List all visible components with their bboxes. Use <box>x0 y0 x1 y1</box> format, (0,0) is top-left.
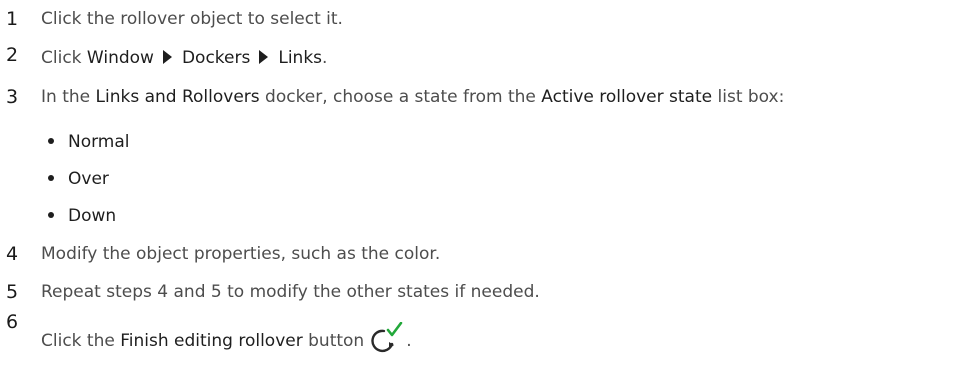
step-text: Repeat steps 4 and 5 to modify the other… <box>41 282 540 302</box>
bullet-text: Over <box>68 169 109 189</box>
text-run: In the <box>41 87 96 107</box>
step-text: In the Links and Rollovers docker, choos… <box>41 87 784 107</box>
right-triangle-arrow-icon <box>162 50 172 64</box>
step-number: 2 <box>6 44 19 66</box>
menu-links: Links <box>278 48 323 68</box>
step-number: 3 <box>6 86 19 108</box>
list-box-name: Active rollover state <box>541 87 713 107</box>
step-6: 6 Click the Finish editing rollover butt… <box>0 310 957 360</box>
step-text: Click the Finish editing rollover button… <box>41 321 412 354</box>
step-number: 5 <box>6 281 19 303</box>
step-4: 4 Modify the object properties, such as … <box>0 238 957 268</box>
bullet-item: Down <box>48 206 116 226</box>
bullet-item: Over <box>48 169 109 189</box>
step-5: 5 Repeat steps 4 and 5 to modify the oth… <box>0 276 957 306</box>
step-text: Click the rollover object to select it. <box>41 9 343 29</box>
bullet-text: Down <box>68 206 117 226</box>
bullet-item: Normal <box>48 132 130 152</box>
step-3: 3 In the Links and Rollovers docker, cho… <box>0 82 957 112</box>
text-run: . <box>406 331 412 351</box>
step-number: 1 <box>6 8 19 30</box>
menu-dockers: Dockers <box>181 48 251 68</box>
right-triangle-arrow-icon <box>259 50 269 64</box>
step-number: 6 <box>6 311 19 333</box>
bullet-dot <box>48 212 54 218</box>
finish-editing-rollover-icon <box>370 321 406 354</box>
bullet-text: Normal <box>68 132 130 152</box>
menu-window: Window <box>86 48 154 68</box>
step-text: Modify the object properties, such as th… <box>41 244 441 264</box>
text-run: button <box>302 331 365 351</box>
step-number: 4 <box>6 243 19 265</box>
step-text: Click Window Dockers Links. <box>41 48 327 68</box>
bullet-dot <box>48 175 54 181</box>
bullet-dot <box>48 138 54 144</box>
text-run: docker, choose a state from the <box>259 87 542 107</box>
text-run: Click the <box>41 331 121 351</box>
step-1: 1 Click the rollover object to select it… <box>0 3 957 33</box>
text-run: list box: <box>712 87 785 107</box>
text-run: Click <box>41 48 87 68</box>
docker-name: Links and Rollovers <box>95 87 260 107</box>
text-run: . <box>322 48 328 68</box>
button-name: Finish editing rollover <box>120 331 303 351</box>
step-2: 2 Click Window Dockers Links. <box>0 40 957 70</box>
